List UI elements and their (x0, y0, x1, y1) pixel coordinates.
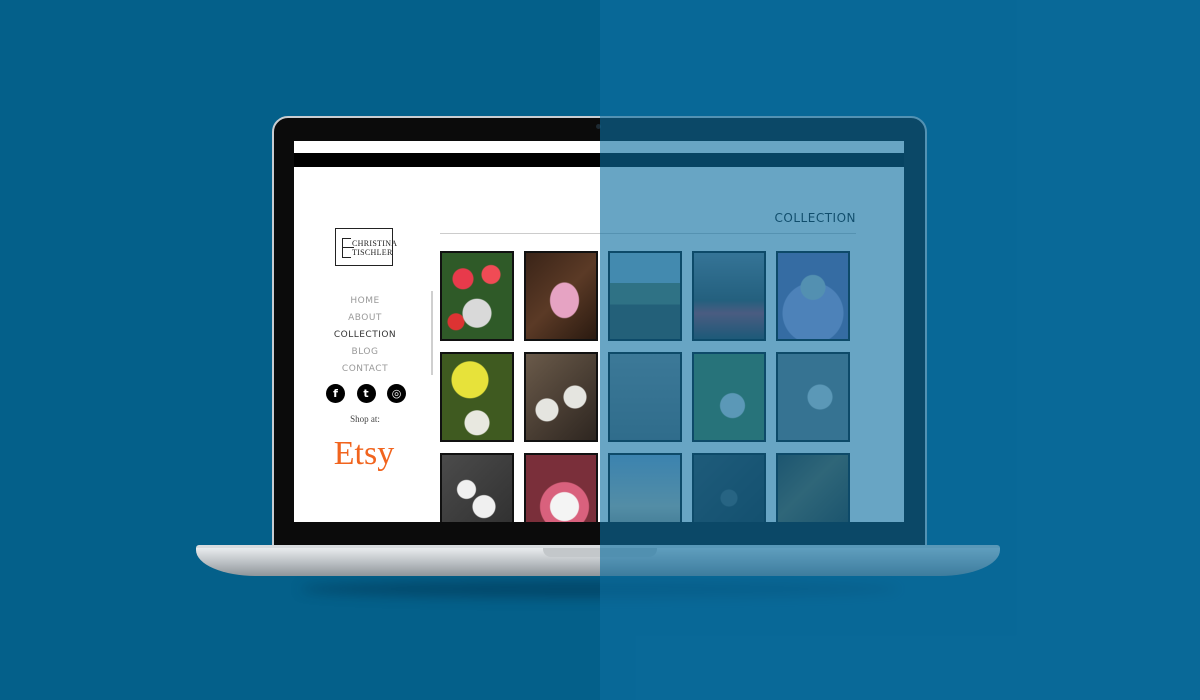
collection-tile[interactable] (440, 251, 514, 341)
collection-tile[interactable] (608, 453, 682, 522)
site-topbar (294, 153, 904, 167)
collection-tile[interactable] (440, 453, 514, 522)
nav-item-contact[interactable]: CONTACT (326, 361, 404, 378)
collection-tile[interactable] (776, 251, 850, 341)
collection-tile[interactable] (608, 352, 682, 442)
site-logo[interactable]: CHRISTINA TISCHLER (335, 228, 397, 266)
laptop-notch (543, 548, 657, 557)
logo-text: CHRISTINA TISCHLER (352, 239, 397, 257)
logo-line-2: TISCHLER (352, 248, 393, 257)
collection-tile[interactable] (692, 352, 766, 442)
laptop-screen: CHRISTINA TISCHLER HOME ABOUT COLLECTION… (294, 141, 904, 522)
collection-tile[interactable] (776, 453, 850, 522)
title-divider (440, 233, 856, 234)
webcam (596, 124, 601, 129)
collection-tile[interactable] (524, 453, 598, 522)
collection-tile[interactable] (692, 251, 766, 341)
nav-item-home[interactable]: HOME (326, 293, 404, 310)
site-content: CHRISTINA TISCHLER HOME ABOUT COLLECTION… (294, 167, 904, 522)
collection-tile[interactable] (692, 453, 766, 522)
collection-tile[interactable] (524, 352, 598, 442)
main-nav: HOME ABOUT COLLECTION BLOG CONTACT (326, 293, 404, 378)
logo-line-1: CHRISTINA (352, 239, 398, 248)
social-links: f t ◎ (326, 384, 406, 403)
collection-tile[interactable] (440, 352, 514, 442)
etsy-link[interactable]: Etsy (314, 435, 414, 473)
collection-tile[interactable] (524, 251, 598, 341)
nav-item-about[interactable]: ABOUT (326, 310, 404, 327)
twitter-icon[interactable]: t (356, 384, 376, 403)
logo-mark-icon (342, 238, 354, 258)
nav-item-collection[interactable]: COLLECTION (326, 327, 404, 344)
page-title: COLLECTION (774, 211, 856, 225)
collection-tile[interactable] (776, 352, 850, 442)
facebook-icon[interactable]: f (326, 384, 345, 403)
laptop-shadow (300, 580, 900, 598)
shop-at-label: Shop at: (350, 414, 380, 424)
scrollbar[interactable] (431, 291, 433, 375)
collection-tile[interactable] (608, 251, 682, 341)
instagram-icon[interactable]: ◎ (387, 384, 406, 403)
nav-item-blog[interactable]: BLOG (326, 344, 404, 361)
